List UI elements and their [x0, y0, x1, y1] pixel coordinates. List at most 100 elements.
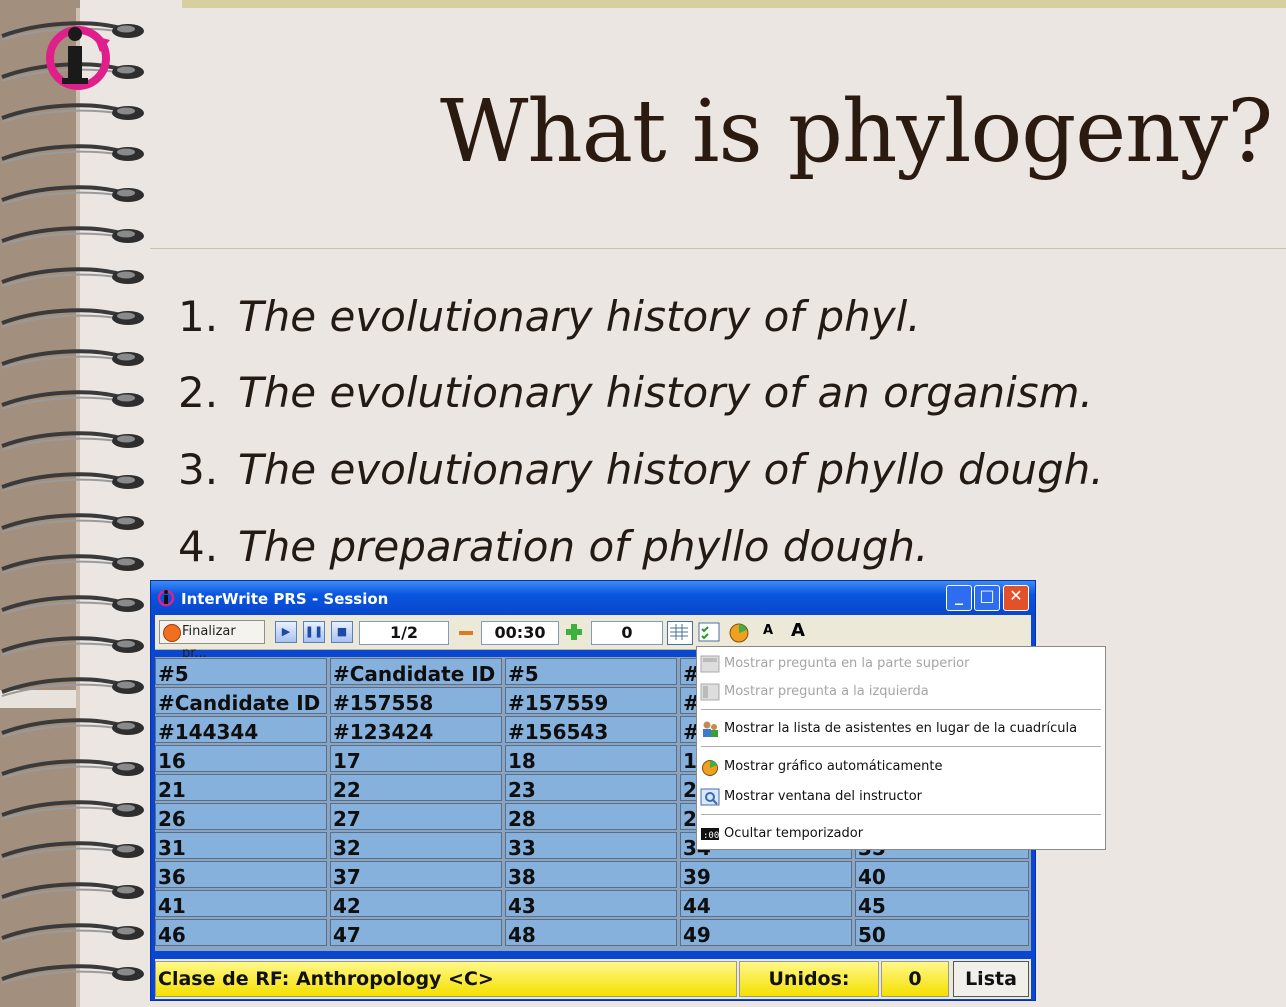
- spiral-ring: [0, 469, 150, 497]
- play-button[interactable]: ▶: [275, 621, 297, 643]
- view-options-menu: Mostrar pregunta en la parte superior Mo…: [696, 646, 1106, 850]
- menu-item-label: Ocultar temporizador: [724, 826, 864, 841]
- grid-view-icon[interactable]: [667, 621, 693, 645]
- grid-cell[interactable]: #5: [155, 658, 327, 685]
- pause-button[interactable]: ❚❚: [303, 621, 325, 643]
- grid-cell[interactable]: 31: [155, 832, 327, 859]
- grid-cell[interactable]: 21: [155, 774, 327, 801]
- end-session-label: Finalizar pr...: [182, 624, 236, 661]
- spiral-ring: [0, 223, 150, 251]
- window-titlebar[interactable]: InterWrite PRS - Session _ □ ✕: [151, 581, 1035, 615]
- grid-cell[interactable]: 17: [330, 745, 502, 772]
- spiral-ring: [0, 633, 150, 661]
- menu-item-label: Mostrar pregunta en la parte superior: [724, 656, 970, 671]
- spiral-ring: [0, 264, 150, 292]
- grid-cell[interactable]: #5: [505, 658, 677, 685]
- grid-cell[interactable]: 33: [505, 832, 677, 859]
- checklist-icon[interactable]: [697, 621, 721, 643]
- stop-icon: ■: [336, 625, 348, 638]
- list-button[interactable]: Lista: [953, 961, 1029, 997]
- grid-cell[interactable]: 50: [855, 919, 1029, 946]
- timer-display: 00:30: [481, 621, 559, 645]
- grid-cell[interactable]: 18: [505, 745, 677, 772]
- class-label: Clase de RF: Anthropology <C>: [155, 961, 737, 997]
- pause-icon: ❚❚: [304, 625, 324, 638]
- slide-title: What is phylogeny?: [440, 82, 1273, 182]
- option-number: 3.: [178, 445, 219, 494]
- spiral-ring: [0, 428, 150, 456]
- end-session-button[interactable]: Finalizar pr...: [159, 620, 265, 661]
- grid-cell[interactable]: 49: [680, 919, 852, 946]
- grid-cell[interactable]: 22: [330, 774, 502, 801]
- spiral-ring: [0, 100, 150, 128]
- grid-cell[interactable]: #Candidate ID: [155, 687, 327, 714]
- decrease-time-icon[interactable]: [459, 631, 473, 635]
- chart-icon: [700, 758, 720, 776]
- grid-cell[interactable]: 27: [330, 803, 502, 830]
- menu-item-question-top[interactable]: Mostrar pregunta en la parte superior: [697, 652, 1105, 676]
- grid-cell[interactable]: 23: [505, 774, 677, 801]
- grid-cell[interactable]: 37: [330, 861, 502, 888]
- minimize-icon: _: [955, 586, 963, 605]
- menu-item-hide-timer[interactable]: :00 Ocultar temporizador: [697, 822, 1105, 846]
- grid-cell[interactable]: #123424: [330, 716, 502, 743]
- minimize-button[interactable]: _: [946, 585, 972, 611]
- answer-option-3: 3. The evolutionary history of phyllo dou…: [178, 445, 1104, 494]
- grid-cell[interactable]: 40: [855, 861, 1029, 888]
- spiral-ring: [0, 920, 150, 948]
- spiral-ring: [0, 387, 150, 415]
- close-button[interactable]: ✕: [1003, 585, 1029, 611]
- menu-item-label: Mostrar la lista de asistentes en lugar …: [724, 721, 1078, 736]
- grid-cell[interactable]: 26: [155, 803, 327, 830]
- spiral-ring: [0, 141, 150, 169]
- menu-separator: [701, 709, 1101, 710]
- grid-cell[interactable]: 38: [505, 861, 677, 888]
- option-number: 1.: [178, 292, 219, 341]
- spiral-ring: [0, 879, 150, 907]
- grid-cell[interactable]: 45: [855, 890, 1029, 917]
- chart-icon[interactable]: [727, 621, 751, 643]
- grid-cell[interactable]: #157559: [505, 687, 677, 714]
- grid-cell[interactable]: 32: [330, 832, 502, 859]
- maximize-icon: □: [979, 586, 995, 605]
- grid-cell[interactable]: #157558: [330, 687, 502, 714]
- spiral-ring: [0, 715, 150, 743]
- increase-font-icon[interactable]: A: [791, 620, 805, 641]
- grid-cell[interactable]: 41: [155, 890, 327, 917]
- grid-cell[interactable]: 28: [505, 803, 677, 830]
- session-toolbar: Finalizar pr... ▶ ❚❚ ■ 1/2 00:30 0 A A: [155, 615, 1031, 661]
- answer-option-4: 4. The preparation of phyllo dough.: [178, 522, 928, 571]
- spiral-ring: [0, 182, 150, 210]
- menu-item-instructor-window[interactable]: Mostrar ventana del instructor: [697, 785, 1105, 809]
- grid-cell[interactable]: 43: [505, 890, 677, 917]
- increase-time-icon[interactable]: [565, 623, 583, 641]
- stop-button[interactable]: ■: [331, 621, 353, 643]
- maximize-button[interactable]: □: [974, 585, 1000, 611]
- joined-count: 0: [881, 961, 949, 997]
- grid-cell[interactable]: 42: [330, 890, 502, 917]
- option-text: The evolutionary history of phyllo dough…: [238, 445, 1104, 494]
- grid-cell[interactable]: #Candidate ID: [330, 658, 502, 685]
- spiral-ring: [0, 305, 150, 333]
- option-text: The evolutionary history of an organism.: [238, 368, 1093, 417]
- grid-cell[interactable]: #156543: [505, 716, 677, 743]
- spiral-ring: [0, 346, 150, 374]
- grid-cell[interactable]: 46: [155, 919, 327, 946]
- grid-cell[interactable]: 36: [155, 861, 327, 888]
- option-text: The evolutionary history of phyl.: [238, 292, 921, 341]
- attendees-icon: [700, 720, 720, 738]
- menu-item-attendee-list[interactable]: Mostrar la lista de asistentes en lugar …: [697, 717, 1105, 741]
- grid-cell[interactable]: 39: [680, 861, 852, 888]
- grid-cell[interactable]: 47: [330, 919, 502, 946]
- menu-item-auto-chart[interactable]: Mostrar gráfico automáticamente: [697, 755, 1105, 779]
- spiral-ring: [0, 961, 150, 989]
- grid-cell[interactable]: 16: [155, 745, 327, 772]
- instructor-window-icon: [700, 788, 720, 806]
- answer-option-1: 1. The evolutionary history of phyl.: [178, 292, 921, 341]
- grid-cell[interactable]: 44: [680, 890, 852, 917]
- decrease-font-icon[interactable]: A: [763, 623, 773, 638]
- grid-cell[interactable]: #144344: [155, 716, 327, 743]
- grid-cell[interactable]: 48: [505, 919, 677, 946]
- question-counter: 1/2: [359, 621, 449, 645]
- menu-item-question-left[interactable]: Mostrar pregunta a la izquierda: [697, 680, 1105, 704]
